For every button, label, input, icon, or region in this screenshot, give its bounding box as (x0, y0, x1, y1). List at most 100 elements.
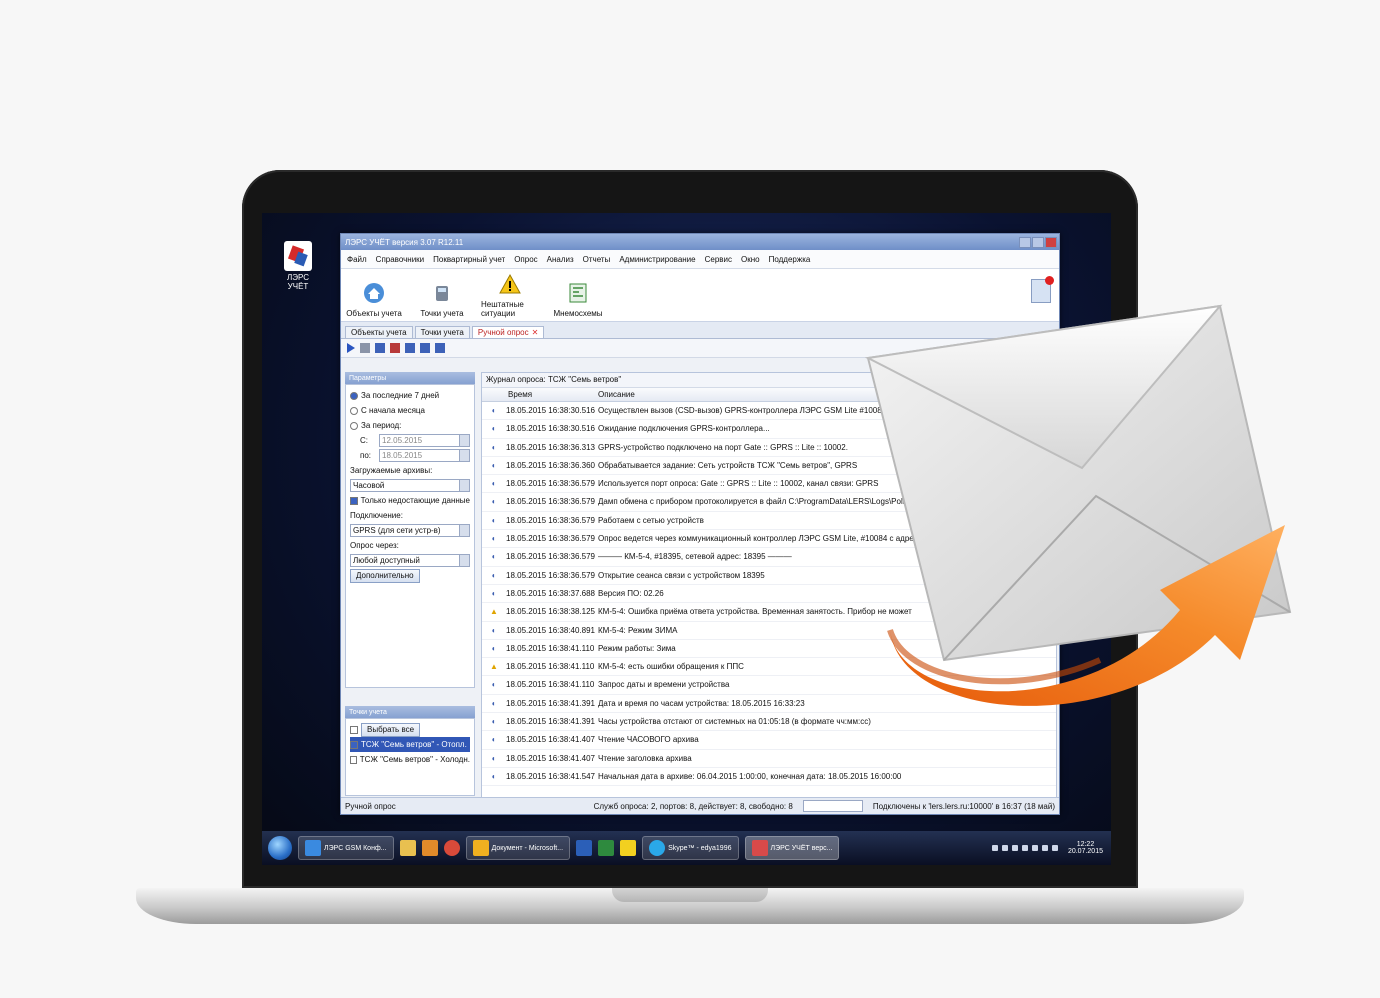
row-time: 18.05.2015 16:38:41.407 (506, 753, 595, 763)
row-time: 18.05.2015 16:38:41.110 (506, 662, 595, 672)
menu-poll[interactable]: Опрос (514, 255, 537, 264)
desktop-icon-label: ЛЭРС УЧЁТ (286, 273, 310, 291)
date-to-field[interactable]: 18.05.2015 (379, 449, 470, 462)
info-icon: ◐ (491, 625, 497, 635)
folder-icon[interactable] (399, 840, 416, 856)
menu-service[interactable]: Сервис (705, 255, 732, 264)
chevron-down-icon[interactable] (459, 525, 469, 536)
meter-icon (436, 286, 448, 301)
mnemo-button[interactable]: Мнемосхемы (549, 282, 607, 321)
menu-support[interactable]: Поддержка (769, 255, 811, 264)
status-left[interactable]: Ручной опрос (345, 802, 396, 811)
select-all-label: Выбрать все (361, 722, 421, 737)
row-time: 18.05.2015 16:38:41.391 (506, 717, 595, 727)
radio-label: За последние 7 дней (361, 391, 440, 400)
radio-on-icon (350, 391, 358, 400)
chevron-down-icon[interactable] (459, 480, 469, 491)
journal-row[interactable]: ◐ 18.05.2015 16:38:41.547 Начальная дата в… (482, 768, 1056, 787)
taskbar-app-label: Документ - Microsoft... (491, 844, 564, 852)
taskbar-app[interactable]: ЛЭРС УЧЁТ верс... (744, 836, 840, 860)
tree-item-label: ТСЖ "Семь ветров" - Отопл. (361, 740, 467, 749)
radio-label: За период: (361, 421, 402, 430)
menu-bar: Файл Справочники Поквартирный учет Опрос… (341, 250, 1059, 269)
calendar-dropdown-icon[interactable] (459, 435, 469, 446)
menu-directories[interactable]: Справочники (376, 255, 424, 264)
home-icon (364, 283, 384, 303)
menu-window[interactable]: Окно (741, 255, 760, 264)
print-icon[interactable] (435, 343, 445, 353)
menu-reports[interactable]: Отчеты (583, 255, 611, 264)
taskbar-app[interactable]: ЛЭРС GSM Конф... (298, 836, 394, 860)
info-icon: ◐ (491, 570, 497, 580)
tray-icon[interactable] (1011, 845, 1018, 851)
tray-icon[interactable] (1001, 845, 1008, 851)
clock-date: 20.07.2015 (1067, 848, 1103, 855)
start-button[interactable] (268, 836, 292, 860)
tab-close-icon[interactable]: ✕ (532, 328, 539, 337)
connection-value: GPRS (для сети устр-в) (353, 526, 441, 535)
tray-icon[interactable] (1031, 845, 1038, 851)
tab-manual-poll[interactable]: Ручной опрос ✕ (471, 326, 545, 338)
via-select[interactable]: Любой доступный (350, 554, 470, 567)
calendar-dropdown-icon[interactable] (459, 450, 469, 461)
objects-button[interactable]: Объекты учета (345, 282, 403, 321)
menu-analysis[interactable]: Анализ (547, 255, 574, 264)
window-titlebar: ЛЭРС УЧЁТ версия 3.07 R12.11 (341, 234, 1059, 250)
tray-icon[interactable] (1041, 845, 1048, 851)
row-time: 18.05.2015 16:38:36.313 (506, 442, 595, 452)
col-desc[interactable]: Описание (598, 388, 635, 401)
archives-select[interactable]: Часовой (350, 479, 470, 492)
tray-icon[interactable] (1021, 845, 1028, 851)
taskbar-app[interactable]: Документ - Microsoft... (465, 836, 571, 860)
desktop-icon-lers[interactable]: ЛЭРС УЧЁТ (276, 241, 320, 291)
tab-points[interactable]: Точки учета (414, 326, 470, 338)
connection-select[interactable]: GPRS (для сети устр-в) (350, 524, 470, 537)
chevron-down-icon[interactable] (459, 555, 469, 566)
mnemo-label: Мнемосхемы (553, 309, 603, 318)
export-icon[interactable] (390, 343, 400, 353)
incidents-button[interactable]: Нештатные ситуации (481, 273, 539, 321)
refresh-icon[interactable] (405, 343, 415, 353)
col-time[interactable]: Время (482, 388, 598, 401)
points-button[interactable]: Точки учета (413, 282, 471, 321)
save-icon[interactable] (375, 343, 385, 353)
tree-item[interactable]: ТСЖ "Семь ветров" - Холодн. (350, 752, 470, 767)
lers-icon (751, 840, 768, 856)
minimize-button[interactable] (1019, 236, 1031, 248)
status-bar: Ручной опрос Служб опроса: 2, портов: 8,… (341, 797, 1059, 814)
tree-item[interactable]: ТСЖ "Семь ветров" - Отопл. (350, 737, 470, 752)
notes-icon[interactable] (620, 840, 637, 856)
radio-period[interactable]: За период: (350, 418, 470, 433)
copy-icon[interactable] (420, 343, 430, 353)
checkbox-checked-icon (350, 740, 358, 749)
chrome-icon[interactable] (443, 840, 460, 856)
menu-admin[interactable]: Администрирование (619, 255, 695, 264)
stop-icon[interactable] (360, 343, 370, 353)
info-icon: ◐ (491, 406, 497, 415)
play-icon[interactable] (347, 343, 355, 353)
tray-icon[interactable] (991, 845, 998, 851)
maximize-button[interactable] (1032, 236, 1044, 248)
clock[interactable]: 12:22 20.07.2015 (1068, 841, 1103, 855)
info-icon: ◐ (491, 753, 497, 763)
taskbar-app[interactable]: Skype™ - edya1996 (642, 836, 739, 860)
journal-row[interactable]: ◐ 18.05.2015 16:38:41.407 Чтение ЧАСОВОГО … (482, 731, 1056, 750)
word-icon[interactable] (576, 840, 593, 856)
date-from-field[interactable]: 12.05.2015 (379, 434, 470, 447)
menu-file[interactable]: Файл (347, 255, 367, 264)
menu-apartments[interactable]: Поквартирный учет (433, 255, 505, 264)
more-button[interactable]: Дополнительно (350, 568, 420, 583)
tab-objects[interactable]: Объекты учета (345, 326, 413, 338)
status-middle: Служб опроса: 2, портов: 8, действует: 8… (593, 801, 793, 811)
radio-last-7-days[interactable]: За последние 7 дней (350, 388, 470, 403)
info-icon: ◐ (491, 515, 497, 525)
excel-icon[interactable] (598, 840, 615, 856)
journal-row[interactable]: ◐ 18.05.2015 16:38:41.407 Чтение заголовка… (482, 750, 1056, 768)
close-button[interactable] (1045, 236, 1057, 248)
archives-label: Загружаемые архивы: (350, 466, 433, 475)
radio-month-start[interactable]: С начала месяца (350, 403, 470, 418)
select-all-checkbox[interactable]: Выбрать все (350, 722, 470, 737)
missing-only-checkbox[interactable]: Только недостающие данные (350, 493, 470, 508)
volume-icon[interactable] (1051, 845, 1058, 851)
media-icon[interactable] (421, 840, 438, 856)
